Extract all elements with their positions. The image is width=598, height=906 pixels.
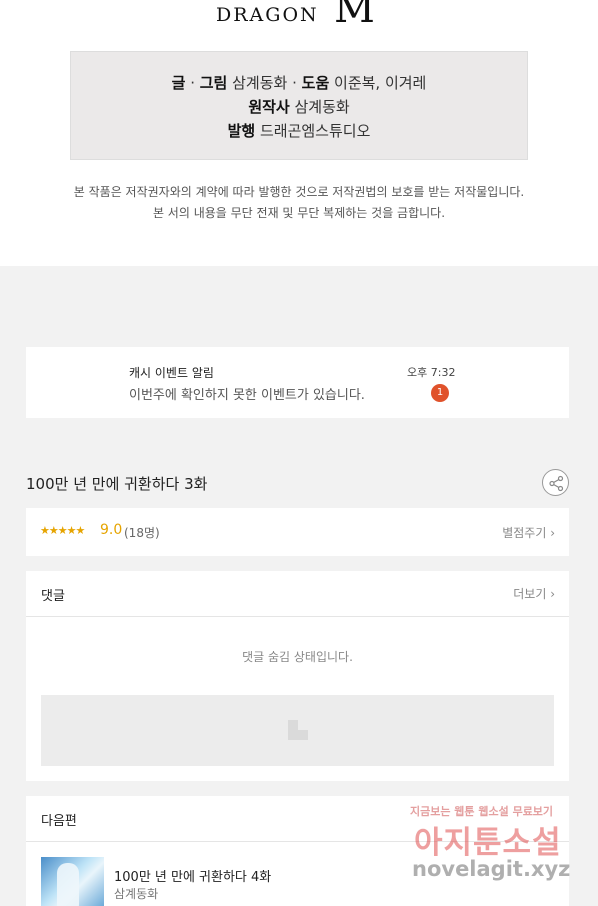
credit-label-writer: 글	[171, 74, 186, 92]
next-episode-header: 다음편	[41, 814, 77, 829]
event-text: 이번주에 확인하지 못한 이벤트가 있습니다.	[129, 388, 365, 403]
credits-line-writer: 글 · 그림 삼계동화 · 도움 이준복, 이겨레	[71, 72, 527, 93]
share-icon	[549, 475, 564, 492]
header-section: DRAGON M 글 · 그림 삼계동화 · 도움 이준복, 이겨레 원작사 삼…	[0, 0, 598, 266]
credit-value-publisher: 드래곤엠스튜디오	[255, 122, 371, 140]
publisher-logo: DRAGON M	[214, 0, 392, 26]
credit-value-original: 삼계동화	[289, 98, 350, 116]
credit-sep: ·	[185, 74, 200, 92]
credit-sep: ·	[287, 74, 302, 92]
credit-label-art: 그림	[199, 74, 228, 92]
event-count-badge: 1	[431, 384, 449, 402]
credit-label-publisher: 발행	[227, 122, 256, 140]
credit-label-original: 원작사	[248, 98, 290, 116]
comments-header: 댓글	[41, 589, 65, 604]
comments-section: 댓글 더보기 › 댓글 숨김 상태입니다.	[26, 571, 569, 781]
comments-hidden-text: 댓글 숨김 상태입니다.	[242, 650, 353, 664]
thumbnail-figure	[57, 863, 79, 906]
next-episode-title[interactable]: 100만 년 만에 귀환하다 4화	[114, 866, 271, 885]
logo-text: DRAGON	[216, 4, 319, 26]
rating-count: (18명)	[124, 526, 160, 540]
event-title: 캐시 이벤트 알림	[129, 366, 214, 380]
placeholder-icon	[288, 720, 308, 740]
credits-box: 글 · 그림 삼계동화 · 도움 이준복, 이겨레 원작사 삼계동화 발행 드래…	[70, 51, 528, 160]
site-watermark: 지금보는 웹툰 웹소설 무료보기 아지툰소설 novelagit.xyz	[408, 803, 578, 903]
next-episode-author: 삼계동화	[114, 887, 159, 901]
cash-event-notification[interactable]: 캐시 이벤트 알림 이번주에 확인하지 못한 이벤트가 있습니다. 오후 7:3…	[26, 347, 569, 418]
event-time: 오후 7:32	[407, 366, 456, 379]
credit-label-assist: 도움	[301, 74, 330, 92]
watermark-logo: 아지툰소설	[414, 825, 562, 861]
next-episode-thumbnail[interactable]	[41, 857, 104, 906]
ad-placeholder[interactable]	[41, 695, 554, 766]
credits-line-publisher: 발행 드래곤엠스튜디오	[71, 120, 527, 141]
credit-value-writer: 삼계동화	[227, 74, 288, 92]
rate-button[interactable]: 별점주기 ›	[502, 524, 555, 541]
comments-more-link[interactable]: 더보기 ›	[513, 585, 555, 602]
credit-value-assist: 이준복, 이겨레	[329, 74, 427, 92]
logo-mark: M	[334, 0, 375, 26]
rating-bar: ★★★★★ 9.0 (18명) 별점주기 ›	[26, 508, 569, 556]
rating-score: 9.0	[100, 522, 123, 538]
credits-line-original: 원작사 삼계동화	[71, 96, 527, 117]
episode-title: 100만 년 만에 귀환하다 3화	[26, 475, 208, 493]
watermark-url: novelagit.xyz	[412, 857, 571, 881]
divider	[26, 616, 569, 617]
share-button[interactable]	[542, 469, 569, 496]
copyright-notice: 본 작품은 저작권자와의 계약에 따라 발행한 것으로 저작권법의 보호를 받는…	[73, 185, 525, 199]
rating-stars: ★★★★★	[40, 524, 85, 537]
copyright-notice-2: 본 서의 내용을 무단 전재 및 무단 복제하는 것을 금합니다.	[152, 206, 446, 220]
